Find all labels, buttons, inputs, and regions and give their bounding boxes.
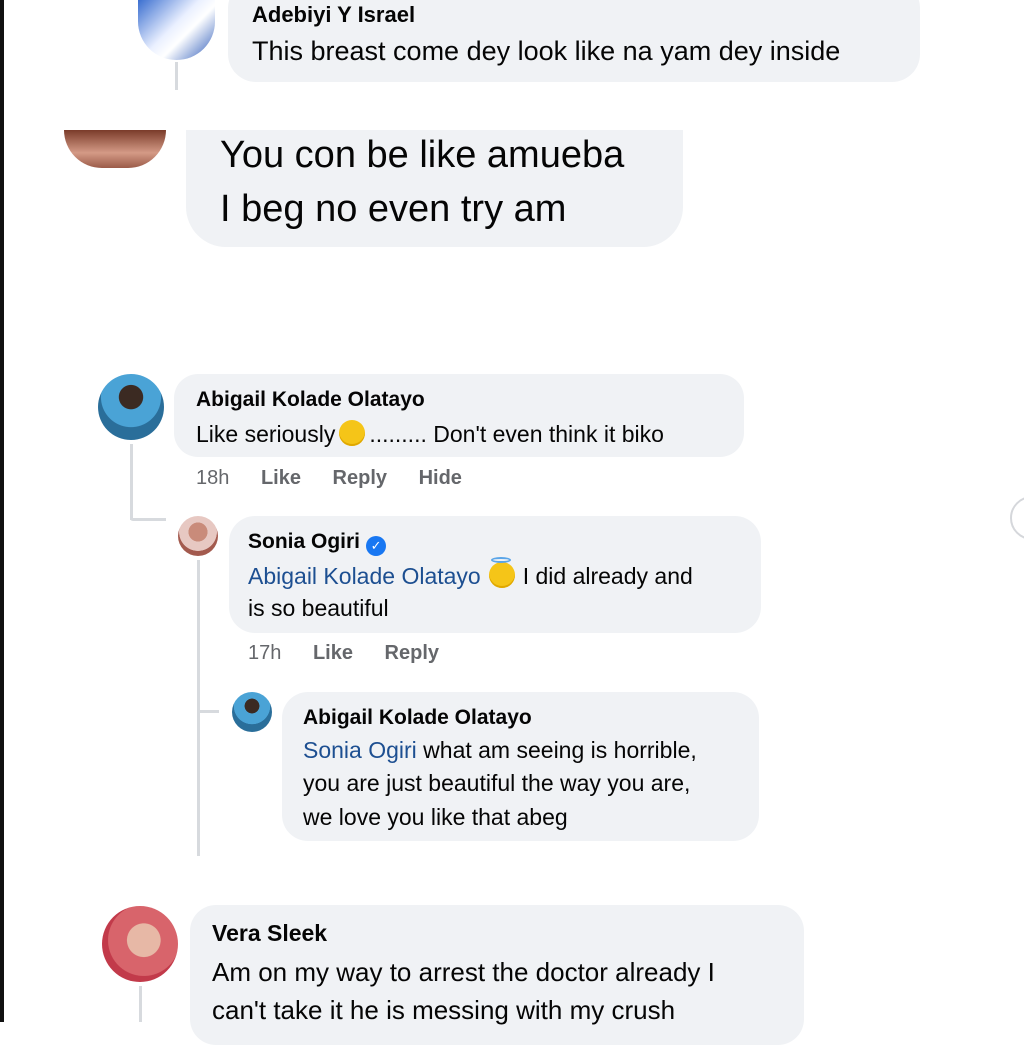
comment-actions: 18h Like Reply Hide [196,467,488,490]
thread-line [197,710,219,713]
smiling-face-with-halo-emoji-icon [488,557,515,588]
like-button[interactable]: Like [313,642,353,664]
like-button[interactable]: Like [261,467,301,489]
author-name[interactable]: Sonia Ogiri [248,530,360,553]
comment-actions: 17h Like Reply [248,642,465,665]
comment-text: I beg no even try am [220,188,567,230]
hide-button[interactable]: Hide [419,467,462,489]
comment-author[interactable]: Adebiyi Y Israel [252,2,415,28]
avatar[interactable] [138,0,215,60]
verified-badge-icon: ✓ [366,536,387,556]
comment-text: This breast come dey look like na yam de… [252,36,841,66]
thread-line [130,444,133,520]
comment-time: 18h [196,467,230,489]
comment-text-part: ......... Don't even think it biko [369,421,664,447]
avatar[interactable] [178,516,218,556]
thread-line [197,560,200,856]
avatar[interactable] [232,692,272,732]
comment-text: Sonia Ogiri what am seeing is horrible, [303,737,697,764]
comment-author[interactable]: Sonia Ogiri ✓ [248,530,387,556]
comment-text-part: what am seeing is horrible, [423,737,697,763]
thread-line [130,518,166,521]
scroll-handle[interactable] [1010,496,1024,540]
comment-author[interactable]: Vera Sleek [212,920,327,947]
reply-button[interactable]: Reply [333,467,387,489]
comment-text-part: I did already and [522,563,693,589]
avatar[interactable] [102,906,178,982]
thread-line [139,986,142,1022]
comment-time: 17h [248,642,282,664]
comment-author[interactable]: Abigail Kolade Olatayo [303,706,532,730]
comment-text: Abigail Kolade Olatayo I did already and [248,557,693,590]
comment-text: is so beautiful [248,595,389,621]
comment-text: you are just beautiful the way you are, [303,770,691,796]
thread-line [175,62,178,90]
tears-of-joy-emoji-icon [339,420,366,446]
avatar[interactable] [64,130,166,168]
comment-text: can't take it he is messing with my crus… [212,995,676,1025]
screen-edge [0,0,4,1022]
comment-text: we love you like that abeg [303,804,568,830]
comment-text: Like seriously ......... Don't even think… [196,420,664,448]
comment-text: Am on my way to arrest the doctor alread… [212,957,715,987]
mention-link[interactable]: Abigail Kolade Olatayo [248,563,481,589]
avatar[interactable] [98,374,164,440]
comment-text-part: Like seriously [196,421,336,447]
comment-author[interactable]: Abigail Kolade Olatayo [196,388,425,412]
comment-text: You con be like amueba [220,134,625,176]
mention-link[interactable]: Sonia Ogiri [303,737,417,763]
reply-button[interactable]: Reply [385,642,439,664]
